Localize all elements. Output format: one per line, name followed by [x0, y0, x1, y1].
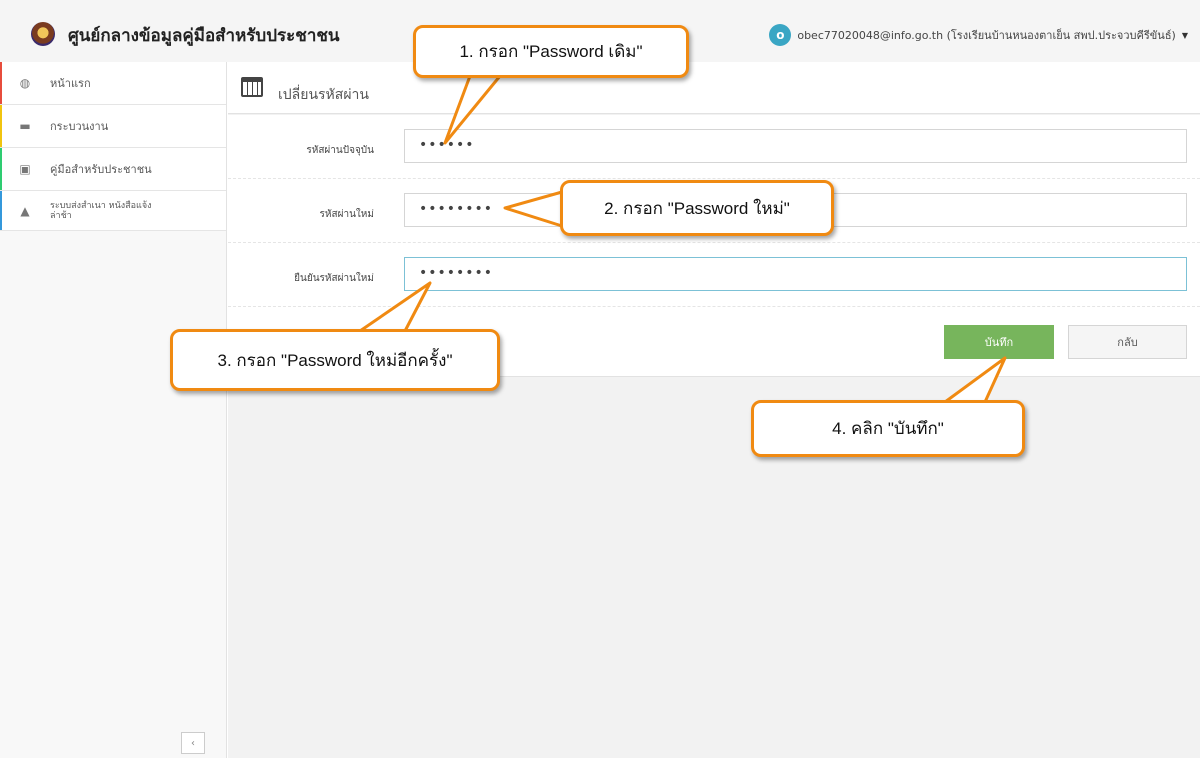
sidebar: ◍ หน้าแรก ▬ กระบวนงาน ▣ คู่มือสำหรับประช…	[0, 62, 227, 758]
current-password-label: รหัสผ่านปัจจุบัน	[306, 145, 374, 156]
sidebar-item-manual[interactable]: ▣ คู่มือสำหรับประชาชน	[0, 148, 226, 191]
confirm-password-field[interactable]: ••••••••	[404, 257, 1187, 291]
sidebar-item-label: ระบบส่งสำเนา หนังสือแจ้งล่าช้า	[50, 200, 152, 221]
sidebar-collapse-button[interactable]: ‹	[181, 732, 205, 754]
sidebar-accent-bar	[0, 148, 2, 190]
sidebar-item-delay-notice[interactable]: ▲ ระบบส่งสำเนา หนังสือแจ้งล่าช้า	[0, 191, 226, 231]
sidebar-item-label: คู่มือสำหรับประชาชน	[50, 163, 152, 176]
sidebar-item-process[interactable]: ▬ กระบวนงาน	[0, 105, 226, 148]
user-avatar: o	[769, 24, 792, 46]
sidebar-item-label: หน้าแรก	[50, 77, 91, 90]
brand-title[interactable]: ศูนย์กลางข้อมูลคู่มือสำหรับประชาชน	[68, 22, 340, 49]
user-label: obec77020048@info.go.th (โรงเรียนบ้านหนอ…	[797, 29, 1176, 42]
back-button[interactable]: กลับ	[1068, 325, 1187, 359]
dashboard-icon: ◍	[19, 76, 31, 90]
sidebar-accent-bar	[0, 105, 2, 147]
caret-down-icon: ▼	[1181, 30, 1188, 40]
new-password-label: รหัสผ่านใหม่	[319, 209, 374, 220]
brand-logo-icon	[31, 22, 55, 46]
main-content: เปลี่ยนรหัสผ่าน รหัสผ่านปัจจุบัน •••••• …	[228, 62, 1200, 758]
form-row-confirm-password: ยืนยันรหัสผ่านใหม่ ••••••••	[228, 243, 1200, 307]
sidebar-menu: ◍ หน้าแรก ▬ กระบวนงาน ▣ คู่มือสำหรับประช…	[0, 62, 226, 231]
calendar-icon	[241, 77, 263, 97]
save-button[interactable]: บันทึก	[944, 325, 1054, 359]
page-title: เปลี่ยนรหัสผ่าน	[278, 87, 369, 103]
sidebar-accent-bar	[0, 62, 2, 104]
confirm-password-label: ยืนยันรหัสผ่านใหม่	[294, 273, 374, 284]
callout-3: 3. กรอก "Password ใหม่อีกครั้ง"	[170, 329, 500, 391]
form-row-current-password: รหัสผ่านปัจจุบัน ••••••	[228, 115, 1200, 179]
user-menu[interactable]: o obec77020048@info.go.th (โรงเรียนบ้านห…	[769, 24, 1188, 46]
current-password-field[interactable]: ••••••	[404, 129, 1187, 163]
sidebar-accent-bar	[0, 191, 2, 230]
warning-icon: ▲	[20, 203, 30, 218]
sidebar-item-home[interactable]: ◍ หน้าแรก	[0, 62, 226, 105]
callout-4: 4. คลิก "บันทึก"	[751, 400, 1025, 457]
archive-icon: ▣	[19, 162, 31, 176]
callout-1: 1. กรอก "Password เดิม"	[413, 25, 689, 78]
callout-2: 2. กรอก "Password ใหม่"	[560, 180, 834, 236]
page-header: เปลี่ยนรหัสผ่าน	[228, 62, 1200, 114]
folder-icon: ▬	[19, 119, 31, 133]
sidebar-item-label: กระบวนงาน	[50, 120, 109, 133]
